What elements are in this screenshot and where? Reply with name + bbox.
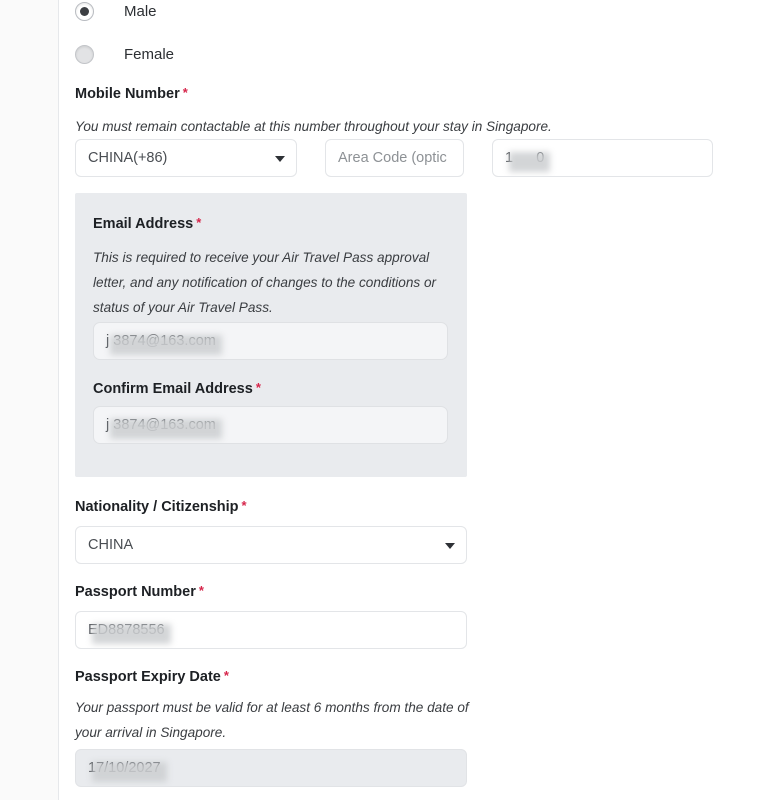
email-address-label-text: Email Address bbox=[93, 216, 194, 232]
area-code-placeholder: Area Code (optic bbox=[338, 150, 447, 166]
radio-male-label: Male bbox=[124, 2, 157, 20]
passport-number-input[interactable]: ED8878556 bbox=[75, 611, 467, 649]
passport-number-label-text: Passport Number bbox=[75, 584, 196, 600]
passport-expiry-hint: Your passport must be valid for at least… bbox=[75, 700, 469, 740]
passport-expiry-label-text: Passport Expiry Date bbox=[75, 669, 221, 685]
confirm-email-address-value: j 3874@163.com bbox=[106, 417, 216, 433]
email-panel: Email Address * This is required to recei… bbox=[75, 193, 467, 477]
radio-female-label: Female bbox=[124, 45, 175, 63]
radio-option-male[interactable]: Male bbox=[75, 0, 157, 22]
radio-male-icon[interactable] bbox=[75, 1, 94, 21]
form-page: Male Female Mobile Number * You must rema… bbox=[0, 0, 780, 800]
email-address-input[interactable]: j 3874@163.com bbox=[93, 322, 448, 360]
mobile-number-input[interactable]: 1 0 bbox=[492, 139, 713, 177]
form-content: Male Female Mobile Number * You must rema… bbox=[60, 0, 780, 800]
passport-expiry-value: 17/10/2027 bbox=[88, 760, 161, 776]
confirm-email-address-label: Confirm Email Address * bbox=[93, 380, 261, 397]
chevron-down-icon[interactable] bbox=[445, 543, 455, 549]
passport-number-label: Passport Number * bbox=[75, 583, 204, 600]
country-code-select[interactable]: CHINA(+86) bbox=[75, 139, 297, 177]
passport-expiry-required-asterisk: * bbox=[223, 668, 229, 683]
mobile-number-value: 1 0 bbox=[505, 150, 545, 166]
passport-expiry-input[interactable]: 17/10/2027 bbox=[75, 749, 467, 787]
confirm-email-address-label-text: Confirm Email Address bbox=[93, 381, 253, 397]
email-address-required-asterisk: * bbox=[196, 215, 202, 230]
mobile-number-required-asterisk: * bbox=[182, 85, 188, 100]
nationality-label-text: Nationality / Citizenship bbox=[75, 499, 239, 515]
email-address-hint: This is required to receive your Air Tra… bbox=[93, 250, 437, 315]
country-code-value: CHINA(+86) bbox=[88, 150, 168, 166]
confirm-email-address-input[interactable]: j 3874@163.com bbox=[93, 406, 448, 444]
mobile-number-label: Mobile Number * bbox=[75, 85, 188, 102]
chevron-down-icon[interactable] bbox=[275, 156, 285, 162]
confirm-email-required-asterisk: * bbox=[255, 380, 261, 395]
mobile-number-hint: You must remain contactable at this numb… bbox=[75, 119, 552, 134]
passport-number-required-asterisk: * bbox=[198, 583, 204, 598]
radio-female-icon[interactable] bbox=[75, 44, 94, 64]
area-code-input[interactable]: Area Code (optic bbox=[325, 139, 464, 177]
nationality-select[interactable]: CHINA bbox=[75, 526, 467, 564]
passport-number-value: ED8878556 bbox=[88, 622, 165, 638]
email-address-label: Email Address * bbox=[93, 215, 201, 232]
nationality-required-asterisk: * bbox=[241, 498, 247, 513]
passport-expiry-label: Passport Expiry Date * bbox=[75, 668, 229, 685]
nationality-label: Nationality / Citizenship * bbox=[75, 498, 247, 515]
left-gutter-rail bbox=[0, 0, 59, 800]
email-address-value: j 3874@163.com bbox=[106, 333, 216, 349]
radio-option-female[interactable]: Female bbox=[75, 43, 174, 65]
mobile-number-label-text: Mobile Number bbox=[75, 86, 180, 102]
nationality-value: CHINA bbox=[88, 537, 134, 553]
